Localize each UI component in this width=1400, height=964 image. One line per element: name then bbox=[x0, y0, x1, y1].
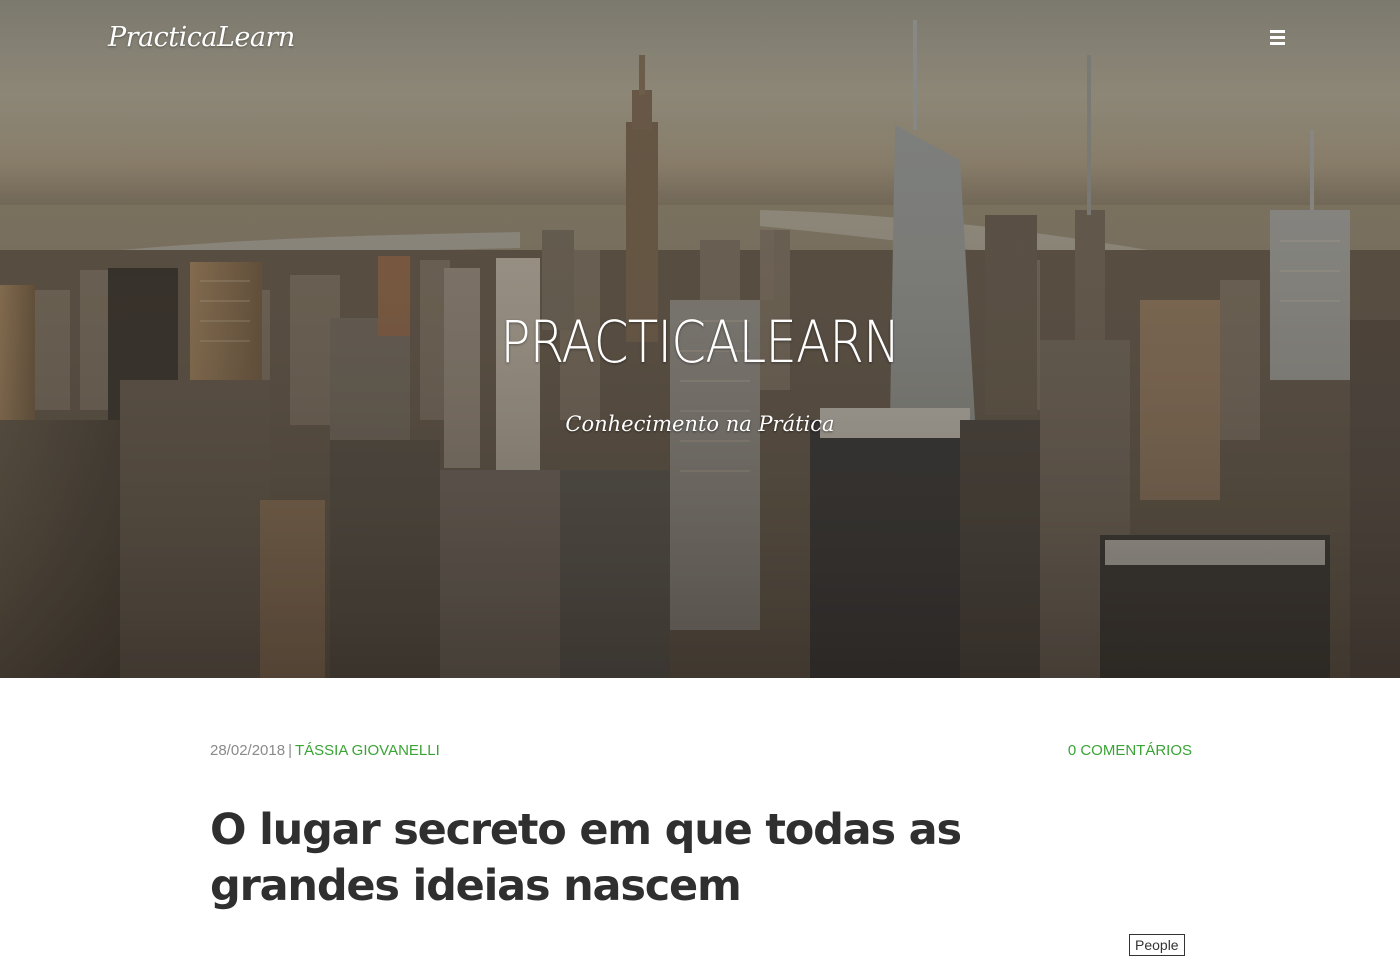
post-title[interactable]: O lugar secreto em que todas as grandes … bbox=[210, 802, 1110, 914]
hamburger-icon[interactable] bbox=[1268, 30, 1292, 54]
comments-link[interactable]: 0 COMENTÁRIOS bbox=[1068, 742, 1192, 759]
menu-bar bbox=[1270, 30, 1285, 33]
image-tag: People bbox=[1129, 934, 1185, 956]
site-logo[interactable]: PracticaLearn bbox=[108, 22, 295, 53]
hero-banner: PracticaLearn PRACTICALEARN Conhecimento… bbox=[0, 0, 1400, 678]
post-meta: 28/02/2018 | TÁSSIA GIOVANELLI 0 COMENTÁRI… bbox=[210, 742, 1192, 764]
hero-title: PRACTICALEARN bbox=[500, 308, 900, 376]
post-author-link[interactable]: TÁSSIA GIOVANELLI bbox=[295, 742, 440, 759]
meta-separator: | bbox=[288, 742, 292, 759]
menu-bar bbox=[1270, 36, 1285, 39]
post-date: 28/02/2018 bbox=[210, 742, 286, 759]
hero-subtitle: Conhecimento na Prática bbox=[565, 412, 835, 436]
menu-bar bbox=[1270, 42, 1285, 45]
post-excerpt bbox=[210, 954, 1110, 964]
